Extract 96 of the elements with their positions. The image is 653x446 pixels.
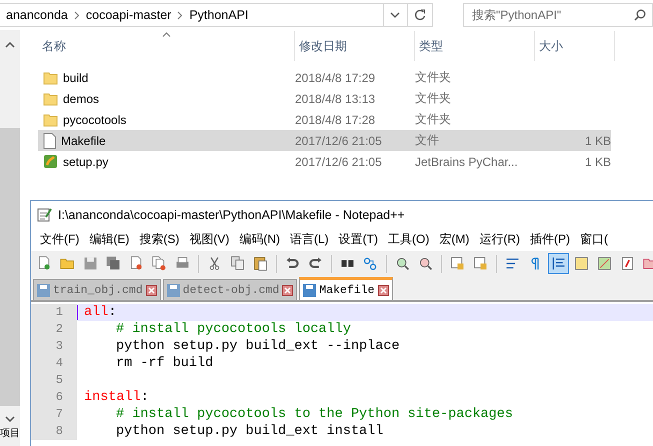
folder-icon [43, 112, 58, 126]
file-row[interactable]: Makefile 2017/12/6 21:05 文件 1 KB [38, 130, 611, 151]
modified-date: 2018/4/8 13:13 [295, 92, 376, 106]
modified-date: 2018/4/8 17:29 [295, 70, 376, 84]
breadcrumb[interactable]: cocoapi-master [86, 8, 172, 22]
modified-date: 2017/12/6 21:05 [295, 154, 383, 168]
address-bar[interactable]: ananconda cocoapi-master PythonAPI [0, 3, 384, 27]
search-field[interactable]: 搜索"PythonAPI" [462, 3, 653, 27]
line-number: 7 [31, 406, 77, 423]
close-icon[interactable] [146, 284, 157, 296]
close-icon[interactable] [282, 284, 294, 296]
file-type: JetBrains PyChar... [415, 154, 519, 168]
chevron-right-icon [74, 10, 80, 20]
column-header[interactable]: 类型 [415, 31, 535, 61]
menu-item[interactable]: 运行(R) [474, 231, 525, 248]
window-title: I:\ananconda\cocoapi-master\PythonAPI\Makefile - Notepad++ [58, 208, 405, 222]
column-header[interactable]: 修改日期 [295, 31, 415, 61]
code-editor[interactable]: 1 all: 2 # install pycocotools locally 3 python setup.py build_ext --inplace 4 rm -rf build 5 6 install: 7 # install pycocotools to the Python site-packages 8 python setup.py build_ext install [31, 301, 653, 446]
menu-item[interactable]: 编辑(E) [84, 231, 134, 248]
refresh-button[interactable] [408, 3, 433, 27]
map-icon [596, 255, 613, 272]
save-icon [37, 284, 50, 296]
close-icon[interactable] [378, 284, 389, 296]
file-name: build [63, 70, 88, 84]
menu-item[interactable]: 视图(V) [184, 231, 234, 248]
modified-date: 2018/4/8 17:28 [295, 112, 376, 126]
file-tab[interactable]: train_obj.cmd [33, 279, 161, 300]
zoom-in-icon [394, 255, 411, 272]
folder-icon [43, 92, 58, 106]
file-type: 文件夹 [415, 111, 452, 128]
file-type: 文件夹 [415, 90, 452, 107]
file-name: setup.py [63, 154, 108, 168]
code-line: python setup.py build_ext --inplace [115, 339, 400, 354]
menu-item[interactable]: 搜索(S) [134, 231, 184, 248]
save-all-icon [105, 255, 122, 272]
file-type: 文件夹 [415, 69, 452, 86]
file-tab[interactable]: Makefile [299, 277, 393, 300]
breadcrumb[interactable]: PythonAPI [189, 8, 248, 22]
file-tab[interactable]: detect-obj.cmd [162, 279, 298, 300]
code-line: rm -rf build [115, 356, 214, 371]
status-text: 项目 [0, 427, 20, 440]
chevron-down-icon [390, 12, 400, 18]
menu-item[interactable]: 插件(P) [525, 231, 575, 248]
file-name: pycocotools [63, 112, 126, 126]
line-number: 1 [31, 304, 77, 321]
folder-icon [43, 70, 58, 84]
file-row[interactable]: build 2018/4/8 17:29 文件夹 [38, 67, 611, 88]
line-number: 5 [31, 372, 77, 389]
save-icon [166, 284, 180, 296]
scroll-up-icon[interactable] [5, 42, 15, 48]
menu-item[interactable]: 语言(L) [285, 231, 334, 248]
scrollbar-thumb[interactable] [0, 128, 20, 406]
modified-date: 2017/12/6 21:05 [295, 134, 383, 148]
file-row[interactable]: setup.py 2017/12/6 21:05 JetBrains PyChar... 1 KB [38, 151, 611, 172]
code-line: # install pycocotools locally [115, 322, 351, 337]
file-row[interactable]: pycocotools 2018/4/8 17:28 文件夹 [38, 109, 611, 130]
close-all-icon [151, 255, 168, 272]
replace-icon [362, 255, 379, 272]
search-icon [634, 9, 646, 21]
code-line: install: [83, 390, 149, 405]
line-number: 4 [31, 355, 77, 372]
file-icon [43, 132, 56, 148]
file-size: 1 KB [584, 154, 611, 168]
menu-item[interactable]: 文件(F) [35, 231, 84, 248]
file-name: Makefile [61, 134, 106, 148]
app-file-icon [43, 154, 58, 169]
column-header[interactable]: 大小 [535, 31, 615, 61]
file-name: demos [63, 92, 100, 106]
file-type: 文件 [415, 132, 440, 149]
indent-guide-icon [550, 255, 567, 272]
notepad-icon [37, 207, 52, 222]
paste-icon [252, 255, 269, 272]
menu-item[interactable]: 编码(N) [234, 231, 285, 248]
save-icon [303, 284, 316, 296]
line-number: 2 [31, 321, 77, 338]
search-input[interactable]: 搜索"PythonAPI" [470, 7, 634, 23]
menu-item[interactable]: 设置(T) [334, 231, 383, 248]
file-size: 1 KB [584, 134, 611, 148]
zoom-out-icon [417, 255, 434, 272]
line-number: 8 [31, 423, 77, 440]
scroll-down-icon[interactable] [5, 416, 15, 422]
refresh-icon [414, 9, 426, 21]
menu-item[interactable]: 窗口( [575, 231, 613, 248]
code-line: all: [77, 305, 116, 320]
menu-item[interactable]: 工具(O) [383, 231, 434, 248]
line-number: 3 [31, 338, 77, 355]
copy-icon [229, 255, 246, 272]
save-icon [82, 255, 99, 272]
code-line: # install pycocotools to the Python site-packages [115, 407, 513, 422]
breadcrumb[interactable]: ananconda [6, 8, 68, 22]
chevron-right-icon [177, 10, 184, 20]
menu-item[interactable]: 宏(M) [434, 231, 474, 248]
file-row[interactable]: demos 2018/4/8 13:13 文件夹 [38, 88, 611, 109]
code-line: python setup.py build_ext install [115, 424, 384, 439]
column-header[interactable]: 名称 [38, 31, 295, 61]
line-number: 6 [31, 389, 77, 406]
